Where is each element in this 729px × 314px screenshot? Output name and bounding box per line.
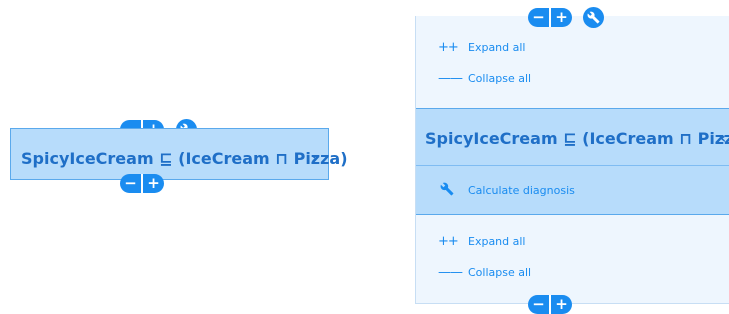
expand-all-icon: ++ <box>438 234 459 249</box>
axiom-node-selected[interactable]: SpicyIceCream ⊑ (IceCream ⊓ Pizza) ‹ Cal… <box>416 108 729 215</box>
collapse-all-label: Collapse all <box>468 72 532 85</box>
axiom-node-collapsed[interactable]: SpicyIceCream ⊑ (IceCream ⊓ Pizza) › <box>10 128 348 180</box>
collapse-children-button[interactable]: − <box>120 174 141 193</box>
collapse-all-icon: —— <box>438 71 463 86</box>
expand-all-icon: ++ <box>438 40 459 55</box>
axiom-title: SpicyIceCream ⊑ (IceCream ⊓ Pizza) <box>425 129 729 148</box>
right-bottom-expand-collapse-controls: − + <box>528 295 572 314</box>
chevron-right-icon[interactable]: › <box>311 149 317 167</box>
expand-children-button[interactable]: + <box>143 174 164 193</box>
collapse-all-icon: —— <box>438 265 463 280</box>
left-bottom-expand-collapse-controls: − + <box>120 174 164 193</box>
collapse-children-button[interactable]: − <box>528 295 549 314</box>
calculate-diagnosis-button[interactable]: Calculate diagnosis <box>416 167 729 215</box>
axiom-title: SpicyIceCream ⊑ (IceCream ⊓ Pizza) <box>21 149 348 168</box>
collapse-parent-button[interactable]: − <box>528 8 549 27</box>
calculate-diagnosis-label: Calculate diagnosis <box>468 184 575 197</box>
divider <box>416 165 729 166</box>
wrench-icon-button[interactable] <box>583 7 604 28</box>
expand-all-label: Expand all <box>468 235 526 248</box>
right-top-expand-collapse-controls: − + <box>528 8 572 27</box>
chevron-left-icon[interactable]: ‹ <box>720 129 726 147</box>
wrench-icon <box>587 11 600 24</box>
wrench-icon <box>440 182 454 196</box>
axiom-node-expanded-panel: ++ Expand all —— Collapse all SpicyIceCr… <box>415 16 729 304</box>
expand-all-label: Expand all <box>468 41 526 54</box>
collapse-all-top[interactable]: —— Collapse all <box>416 67 729 91</box>
collapse-all-bottom[interactable]: —— Collapse all <box>416 261 729 285</box>
expand-all-bottom[interactable]: ++ Expand all <box>416 230 729 254</box>
expand-children-button[interactable]: + <box>551 295 572 314</box>
expand-all-top[interactable]: ++ Expand all <box>416 36 729 60</box>
expand-parent-button[interactable]: + <box>551 8 572 27</box>
collapse-all-label: Collapse all <box>468 266 532 279</box>
